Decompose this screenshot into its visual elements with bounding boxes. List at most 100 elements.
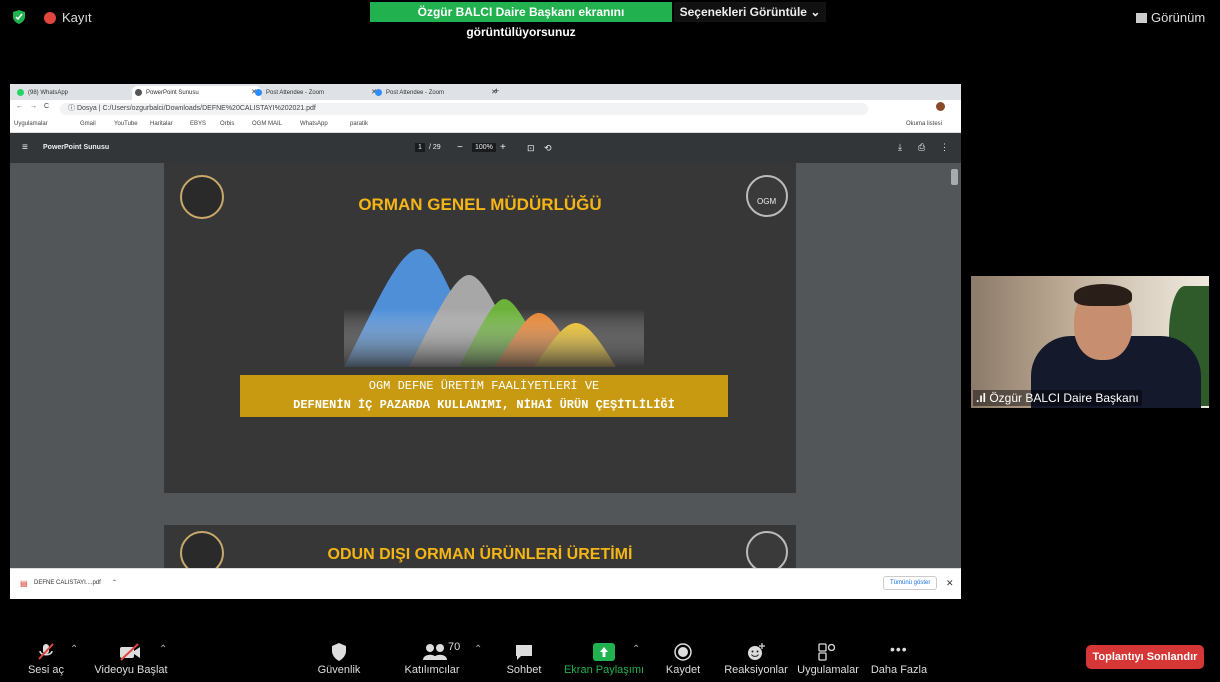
- reactions-label[interactable]: Reaksiyonlar: [720, 664, 792, 676]
- apps-label[interactable]: Uygulamalar: [796, 664, 860, 676]
- reaction-smile-icon[interactable]: [746, 643, 766, 661]
- close-icon[interactable]: ✕: [946, 578, 954, 589]
- browser-tab[interactable]: Post Attendee - Zoom✕: [372, 86, 501, 100]
- bookmark-ogm-mail[interactable]: OGM MAIL: [252, 121, 282, 127]
- rotate-icon[interactable]: ⟲: [544, 143, 552, 154]
- security-label[interactable]: Güvenlik: [312, 664, 366, 676]
- record-icon[interactable]: [674, 643, 692, 661]
- bookmark-whatsapp[interactable]: WhatsApp: [300, 121, 328, 127]
- more-label[interactable]: Daha Fazla: [868, 664, 930, 676]
- record-label[interactable]: Kaydet: [660, 664, 706, 676]
- page-total: / 29: [429, 144, 441, 151]
- pdf-toolbar: ≡ PowerPoint Sunusu 1 / 29 − 100% + ⊡ ⟲ …: [10, 133, 961, 163]
- download-file-name[interactable]: DEFNE CALISTAYI....pdf: [34, 580, 101, 586]
- person-hair: [1074, 284, 1132, 306]
- signal-icon: .ıl: [976, 391, 990, 405]
- chevron-up-icon[interactable]: ⌃: [159, 644, 167, 655]
- chevron-down-icon: ⌄: [810, 5, 821, 19]
- bookmark-maps[interactable]: Haritalar: [150, 121, 173, 127]
- avatar[interactable]: [936, 102, 945, 111]
- record-indicator-icon: [44, 12, 56, 24]
- end-meeting-button[interactable]: Toplantıyı Sonlandır: [1086, 645, 1204, 669]
- slide-banner: OGM DEFNE ÜRETİM FAALİYETLERİ VE DEFNENİ…: [240, 375, 728, 417]
- mute-label[interactable]: Sesi aç: [22, 664, 70, 676]
- pdf-file-icon: ▤: [20, 579, 28, 588]
- participants-icon[interactable]: [422, 643, 448, 661]
- bookmark-gmail[interactable]: Gmail: [80, 121, 96, 127]
- more-dots-icon[interactable]: •••: [890, 641, 908, 657]
- bookmark-orbis[interactable]: Orbis: [220, 121, 234, 127]
- video-off-icon[interactable]: [118, 643, 142, 661]
- slide-banner-line-2: DEFNENİN İÇ PAZARDA KULLANIMI, NİHAİ ÜRÜ…: [293, 398, 675, 412]
- chevron-up-icon[interactable]: ⌃: [112, 579, 117, 586]
- share-screen-label[interactable]: Ekran Paylaşımı: [563, 664, 645, 676]
- new-tab-icon[interactable]: +: [494, 86, 499, 96]
- recording-label: Kayıt: [62, 10, 92, 25]
- bookmarks-bar: Uygulamalar Gmail YouTube Haritalar EBYS…: [10, 118, 961, 133]
- page-number-input[interactable]: 1: [415, 143, 425, 152]
- scrollbar-thumb[interactable]: [951, 169, 958, 185]
- url-field[interactable]: ⓘ Dosya | C:/Users/ozgurbalci/Downloads/…: [60, 103, 868, 115]
- start-video-label[interactable]: Videoyu Başlat: [88, 664, 174, 676]
- forward-icon[interactable]: →: [30, 103, 37, 110]
- url-prefix: Dosya: [76, 105, 97, 112]
- slide-title: ORMAN GENEL MÜDÜRLÜĞÜ: [358, 195, 602, 214]
- bookmark-apps[interactable]: Uygulamalar: [14, 121, 48, 127]
- view-options-label: Seçenekleri Görüntüle: [679, 5, 807, 19]
- info-icon: ⓘ: [68, 105, 77, 112]
- browser-tab-strip: (98) WhatsApp✕ PowerPoint Sunusu✕ Post A…: [10, 84, 961, 100]
- view-options-button[interactable]: Seçenekleri Görüntüle ⌄: [674, 2, 826, 22]
- slide-banner-line-1: OGM DEFNE ÜRETİM FAALİYETLERİ VE: [368, 379, 600, 393]
- download-bar: ▤ DEFNE CALISTAYI....pdf ⌃ Tümünü göster…: [10, 568, 961, 599]
- shared-browser-window: (98) WhatsApp✕ PowerPoint Sunusu✕ Post A…: [10, 84, 961, 599]
- zoom-icon: [255, 89, 262, 96]
- chevron-up-icon[interactable]: ⌃: [474, 644, 482, 655]
- apps-icon[interactable]: [818, 643, 836, 661]
- more-icon[interactable]: ⋮: [940, 142, 949, 153]
- slide-1: OGM ORMAN GENEL MÜDÜRLÜĞÜ OGM DEFNE ÜRET…: [164, 163, 796, 493]
- pdf-title: PowerPoint Sunusu: [43, 144, 110, 151]
- browser-tab[interactable]: (98) WhatsApp✕: [14, 86, 143, 100]
- slide-2: ODUN DIŞI ORMAN ÜRÜNLERİ ÜRETİMİ: [164, 525, 796, 568]
- chat-icon[interactable]: [514, 643, 534, 661]
- show-all-button[interactable]: Tümünü göster: [883, 576, 938, 590]
- browser-tab[interactable]: Post Attendee - Zoom✕: [252, 86, 381, 100]
- zoom-level-input[interactable]: 100%: [472, 143, 496, 152]
- participant-video[interactable]: .ıl Özgür BALCI Daire Başkanı: [971, 276, 1209, 408]
- zoom-out-icon[interactable]: −: [457, 142, 463, 153]
- bookmark-ebys[interactable]: EBYS: [190, 121, 206, 127]
- mountains-logo-icon: [344, 249, 644, 367]
- microphone-muted-icon[interactable]: [36, 643, 56, 661]
- bookmark-youtube[interactable]: YouTube: [114, 121, 138, 127]
- chat-label[interactable]: Sohbet: [500, 664, 548, 676]
- chevron-up-icon[interactable]: ⌃: [70, 644, 78, 655]
- download-icon[interactable]: ⤓: [898, 142, 902, 153]
- chevron-up-icon[interactable]: ⌃: [632, 644, 640, 655]
- participants-label[interactable]: Katılımcılar: [400, 664, 464, 676]
- print-icon[interactable]: ⎙: [918, 142, 925, 153]
- tab-label: (98) WhatsApp: [28, 90, 69, 96]
- fit-page-icon[interactable]: ⊡: [527, 143, 535, 154]
- tab-label: Post Attendee - Zoom: [386, 90, 445, 96]
- menu-icon[interactable]: ≡: [22, 142, 28, 153]
- view-button-label: Görünüm: [1151, 10, 1206, 25]
- slide-title: ODUN DIŞI ORMAN ÜRÜNLERİ ÜRETİMİ: [327, 546, 633, 563]
- pdf-viewer[interactable]: OGM ORMAN GENEL MÜDÜRLÜĞÜ OGM DEFNE ÜRET…: [10, 163, 961, 568]
- whatsapp-icon: [17, 89, 24, 96]
- tab-label: PowerPoint Sunusu: [146, 90, 199, 96]
- grid-icon: [1136, 13, 1147, 23]
- url-text: C:/Users/ozgurbalci/Downloads/DEFNE%20CA…: [102, 105, 316, 112]
- shield-icon[interactable]: [12, 10, 26, 24]
- bookmark-paratik[interactable]: paratik: [350, 121, 368, 127]
- zoom-in-icon[interactable]: +: [500, 142, 506, 153]
- view-button[interactable]: Görünüm: [1136, 10, 1205, 25]
- reload-icon[interactable]: C: [44, 103, 49, 110]
- security-shield-icon[interactable]: [330, 643, 348, 661]
- screen-share-banner: Özgür BALCI Daire Başkanı ekranını görün…: [370, 2, 672, 39]
- participant-count: 70: [448, 641, 461, 653]
- share-screen-icon[interactable]: [593, 643, 615, 661]
- reading-list[interactable]: Okuma listesi: [906, 121, 942, 127]
- back-icon[interactable]: ←: [16, 103, 23, 110]
- browser-tab-active[interactable]: PowerPoint Sunusu✕: [132, 86, 261, 100]
- participant-name: .ıl Özgür BALCI Daire Başkanı: [973, 390, 1142, 406]
